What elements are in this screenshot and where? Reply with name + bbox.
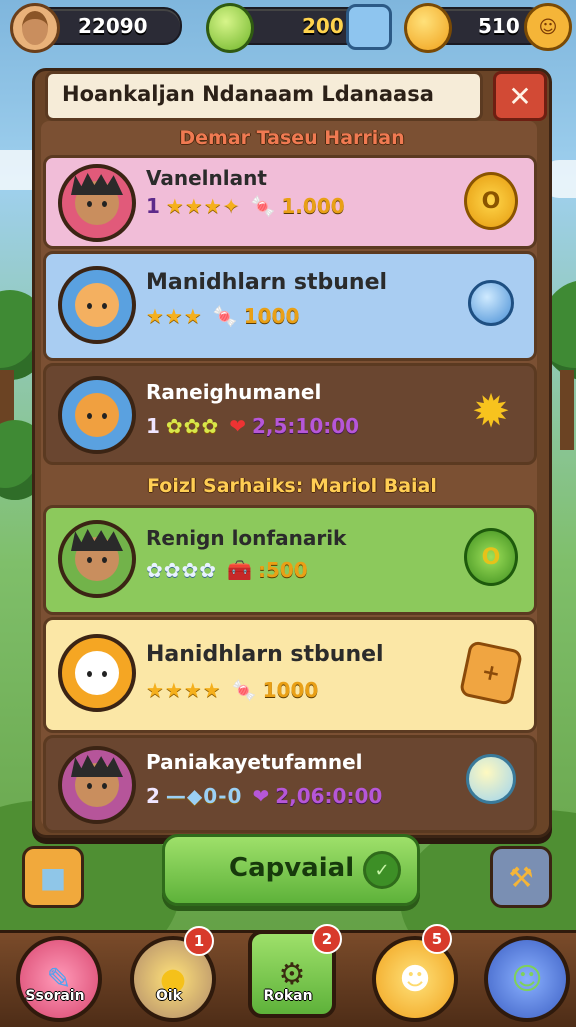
star-extra: ✦ xyxy=(222,194,241,218)
quest-name: Hanidhlarn stbunel xyxy=(146,642,384,667)
flower-rating: ✿✿✿ xyxy=(165,414,220,438)
character-avatar xyxy=(58,520,136,598)
currency-2-value: 200 xyxy=(302,14,344,38)
hammer-icon: ⚒ xyxy=(508,860,534,894)
character-avatar xyxy=(58,164,136,242)
smiley-coin-icon[interactable]: ☺ xyxy=(524,3,572,51)
notification-badge-4: 5 xyxy=(422,924,452,954)
player-avatar-icon[interactable] xyxy=(10,3,60,53)
cracker-icon: + xyxy=(458,639,524,707)
reward-amount: 1.000 xyxy=(281,194,345,218)
sun-medal-icon: ✹ xyxy=(471,384,511,438)
quest-stats: ★★★★ 🍬 1000 xyxy=(146,678,318,702)
flower-rating: ✿✿✿✿ xyxy=(146,558,218,582)
panel-titlebar: Hoankaljan Ndanaam Ldanaasa xyxy=(45,71,483,121)
quest-stats: 1 ✿✿✿ ❤ 2,5:10:00 xyxy=(146,414,359,438)
reward-amount: 1000 xyxy=(262,678,319,702)
reward-amount: 1000 xyxy=(243,304,300,328)
top-resource-bar: 22090 200 510 ☺ xyxy=(0,0,576,53)
reward-amount: :500 xyxy=(257,558,308,582)
star-rating: ★★★ xyxy=(146,304,203,328)
shop-plus-icon[interactable] xyxy=(346,4,392,50)
inventory-box-button[interactable]: ■ xyxy=(22,846,84,908)
quest-stats: ✿✿✿✿ 🧰:500 xyxy=(146,558,308,582)
nav-button-1[interactable]: ✎ xyxy=(16,936,102,1022)
star-rating: ★★★★ xyxy=(146,678,222,702)
gem-icon xyxy=(206,3,254,53)
lollipop-icon xyxy=(464,752,518,806)
currency-1-value: 22090 xyxy=(78,14,148,38)
nav-button-5[interactable]: ☺ xyxy=(484,936,570,1022)
quest-name: Manidhlarn stbunel xyxy=(146,270,388,295)
close-button[interactable]: ✕ xyxy=(493,71,547,121)
character-avatar xyxy=(58,746,136,824)
quest-card-5[interactable]: Hanidhlarn stbunel ★★★★ 🍬 1000 + xyxy=(43,617,537,733)
claim-button[interactable]: Capvaial ✓ xyxy=(162,834,420,906)
tools-button[interactable]: ⚒ xyxy=(490,846,552,908)
reward-amount: 2,06:0:00 xyxy=(275,784,383,808)
candy-icon: 🍬 xyxy=(250,194,276,218)
nav-label-3: Rokan xyxy=(263,988,313,1004)
notification-badge-2: 1 xyxy=(184,926,214,956)
quest-card-2[interactable]: Manidhlarn stbunel ★★★ 🍬 1000 xyxy=(43,251,537,361)
green-coin-icon: O xyxy=(464,528,518,586)
character-avatar xyxy=(58,376,136,454)
section-heading-1: Demar Taseu Harrian xyxy=(179,127,405,149)
quest-card-4[interactable]: Renign lonfanarik ✿✿✿✿ 🧰:500 O xyxy=(43,505,537,615)
candy-icon: 🍬 xyxy=(212,304,238,328)
heart-icon: ❤ xyxy=(229,414,246,438)
quest-panel: Hoankaljan Ndanaam Ldanaasa ✕ Demar Tase… xyxy=(32,68,552,838)
quest-stats: ★★★ 🍬 1000 xyxy=(146,304,299,328)
coin-icon xyxy=(404,3,452,53)
currency-3-value: 510 xyxy=(478,14,520,38)
quest-name: Renign lonfanarik xyxy=(146,526,347,550)
panel-title: Hoankaljan Ndanaam Ldanaasa xyxy=(62,82,434,106)
quest-card-3[interactable]: Raneighumanel 1 ✿✿✿ ❤ 2,5:10:00 ✹ xyxy=(43,363,537,465)
claim-button-label: Capvaial xyxy=(229,853,355,883)
reward-amount: 2,5:10:00 xyxy=(251,414,360,438)
character-icon: ☺ xyxy=(511,961,543,997)
section-heading-2: Foizl Sarhaiks: Mariol Baial xyxy=(147,475,437,497)
character-avatar xyxy=(58,266,136,344)
character-avatar xyxy=(58,634,136,712)
nav-label-2: Oik xyxy=(155,988,182,1004)
ice-cream-icon xyxy=(464,276,518,330)
treasure-icon: 🧰 xyxy=(227,558,252,582)
star-rating: ★★★ xyxy=(165,194,223,218)
notification-badge-3: 2 xyxy=(312,924,342,954)
gear-icon: ⚙ xyxy=(278,956,306,992)
rank-number: 1 xyxy=(146,414,160,438)
nav-label-1: Ssorain xyxy=(25,988,85,1004)
quest-stats: 1 ★★★✦ 🍬 1.000 xyxy=(146,194,345,218)
box-icon: ■ xyxy=(39,860,67,894)
quest-name: Vanelnlant xyxy=(146,166,267,190)
quest-card-6[interactable]: Paniakayetufamnel 2 —◆0-0 ❤ 2,06:0:00 xyxy=(43,735,537,833)
quest-name: Paniakayetufamnel xyxy=(146,750,363,774)
candy-icon: 🍬 xyxy=(231,678,257,702)
cat-icon: ☻ xyxy=(399,961,431,997)
quest-name: Raneighumanel xyxy=(146,380,322,404)
check-icon: ✓ xyxy=(363,851,401,889)
quest-card-1[interactable]: Vanelnlant 1 ★★★✦ 🍬 1.000 O xyxy=(43,155,537,249)
progress-rating: —◆0-0 xyxy=(165,784,243,808)
rank-number: 1 xyxy=(146,194,160,218)
quest-stats: 2 —◆0-0 ❤ 2,06:0:00 xyxy=(146,784,382,808)
heart-icon: ❤ xyxy=(252,784,270,808)
gold-coin-icon: O xyxy=(464,172,518,230)
rank-number: 2 xyxy=(146,784,160,808)
